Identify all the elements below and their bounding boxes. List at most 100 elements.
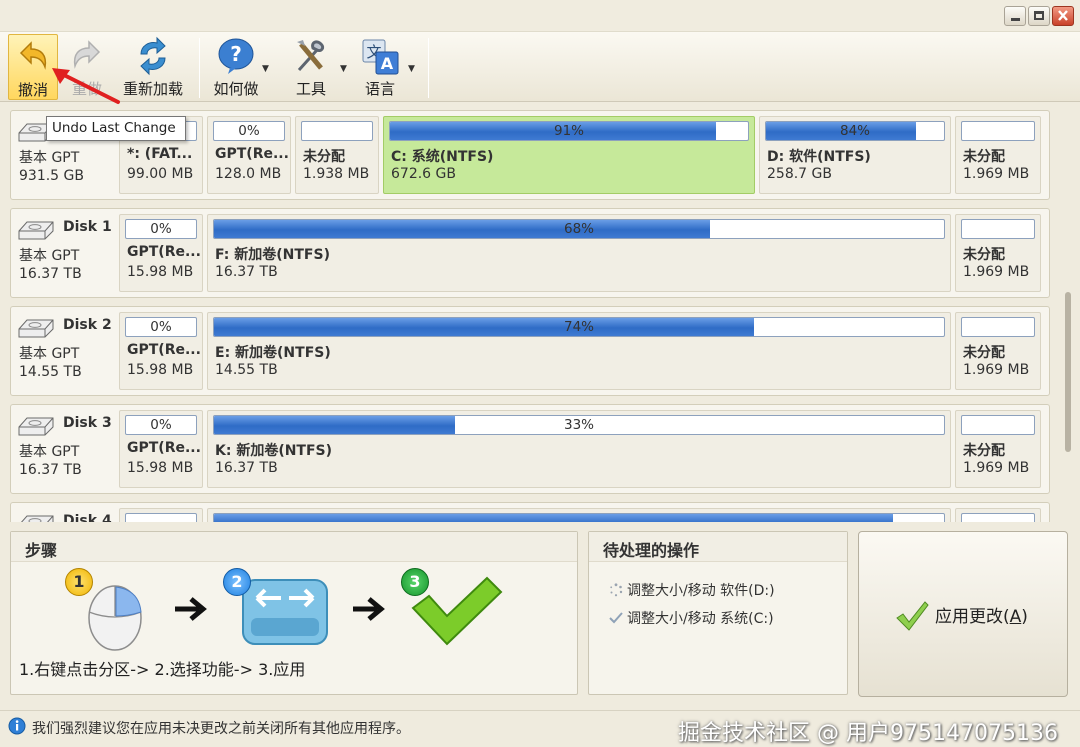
disk-size: 14.55 TB	[19, 364, 82, 380]
language-dropdown-icon[interactable]: ▼	[408, 64, 415, 74]
title-bar	[0, 0, 1080, 32]
usage-percent: 0%	[150, 221, 172, 237]
language-button[interactable]: 文A 语言	[356, 34, 404, 100]
partition-gpt-reserved[interactable]: 0% GPT(Re... 15.98 MB	[119, 312, 203, 390]
howto-button[interactable]: ? 如何做	[206, 34, 266, 100]
usage-bar: 33%	[213, 415, 945, 435]
disk-size: 931.5 GB	[19, 168, 84, 184]
usage-bar	[961, 121, 1035, 141]
partition-unallocated[interactable]: 未分配 1.969 MB	[955, 312, 1041, 390]
disk-row-2[interactable]: Disk 2 基本 GPT 14.55 TB 0% GPT(Re... 15.9…	[10, 306, 1050, 396]
partition-unallocated[interactable]: 未分配 1.969 MB	[955, 214, 1041, 292]
partition-name: E: 新加卷(NTFS)	[215, 345, 331, 361]
partition-f-volume[interactable]: 68% F: 新加卷(NTFS) 16.37 TB	[207, 214, 951, 292]
pending-operation-item[interactable]: 调整大小/移动 软件(D:)	[609, 580, 775, 600]
partition-unallocated[interactable]: 未分配 1.938 MB	[295, 116, 379, 194]
pending-operation-item[interactable]: 调整大小/移动 系统(C:)	[609, 608, 774, 628]
partition-size: 99.00 MB	[127, 166, 194, 182]
partition-name: 未分配	[303, 149, 345, 165]
disk-header: Disk 1	[17, 219, 117, 241]
partition-size: 15.98 MB	[127, 264, 194, 280]
partition-gpt-reserved[interactable]: 0% GPT(Re... 128.0 MB	[207, 116, 291, 194]
disk-header: Disk 3	[17, 415, 117, 437]
partition-size: 16.37 TB	[215, 264, 278, 280]
step-2-badge: 2	[223, 568, 251, 596]
pending-operations-panel: 待处理的操作 调整大小/移动 软件(D:) 调整大小/移动 系统(C:)	[588, 531, 848, 695]
howto-dropdown-icon[interactable]: ▼	[262, 64, 269, 74]
usage-percent: 74%	[563, 319, 594, 335]
scrollbar-thumb[interactable]	[1065, 292, 1071, 452]
redo-button[interactable]: 重做	[62, 34, 112, 100]
partition-size: 1.969 MB	[963, 460, 1030, 476]
reload-label: 重新加载	[122, 80, 183, 98]
redo-label: 重做	[71, 80, 102, 98]
partition-gpt-reserved[interactable]: 0% GPT(Re... 15.98 MB	[119, 410, 203, 488]
disk-info[interactable]: Disk 1 基本 GPT 16.37 TB	[11, 209, 119, 297]
partition-volume[interactable]	[207, 508, 951, 522]
partition-size: 672.6 GB	[391, 166, 456, 182]
disk-map-scrollbar[interactable]	[1062, 102, 1080, 522]
apply-changes-label: 应用更改(A)	[935, 602, 1028, 627]
partition-k-volume[interactable]: 33% K: 新加卷(NTFS) 16.37 TB	[207, 410, 951, 488]
bottom-area: 步骤 1 2 3 1.右键点击分区-> 2.选择功能-> 3.应用 待处理的操作…	[0, 522, 1080, 710]
partition-d-software[interactable]: 84% D: 软件(NTFS) 258.7 GB	[759, 116, 951, 194]
reload-icon	[133, 36, 173, 76]
usage-percent: 0%	[150, 417, 172, 433]
partition-name: GPT(Re...	[127, 440, 201, 456]
status-bar: 我们强烈建议您在应用未决更改之前关闭所有其他应用程序。 掘金技术社区 @ 用户9…	[0, 710, 1080, 747]
apply-changes-button[interactable]: 应用更改(A)	[858, 531, 1068, 697]
disk-row-1[interactable]: Disk 1 基本 GPT 16.37 TB 0% GPT(Re... 15.9…	[10, 208, 1050, 298]
hard-disk-icon	[18, 417, 54, 436]
partition-e-volume[interactable]: 74% E: 新加卷(NTFS) 14.55 TB	[207, 312, 951, 390]
disk-info[interactable]: Disk 3 基本 GPT 16.37 TB	[11, 405, 119, 493]
usage-bar	[125, 513, 197, 522]
disk-info[interactable]: Disk 2 基本 GPT 14.55 TB	[11, 307, 119, 395]
resize-disk-icon	[242, 579, 328, 645]
toolbar-separator	[199, 38, 200, 98]
apply-accelerator-key: A	[1009, 607, 1022, 627]
disk-size: 16.37 TB	[19, 462, 82, 478]
step-1-badge: 1	[65, 568, 93, 596]
partition-c-system[interactable]: 91% C: 系统(NTFS) 672.6 GB	[383, 116, 755, 194]
partition-unallocated[interactable]: 未分配 1.969 MB	[955, 116, 1041, 194]
partition-gpt-reserved[interactable]	[119, 508, 203, 522]
partition-gpt-reserved[interactable]: 0% GPT(Re... 15.98 MB	[119, 214, 203, 292]
usage-bar	[961, 219, 1035, 239]
close-button[interactable]	[1052, 6, 1074, 26]
disk-name: Disk 1	[63, 219, 112, 235]
usage-bar	[961, 415, 1035, 435]
usage-bar: 84%	[765, 121, 945, 141]
pending-operation-label: 调整大小/移动 系统(C:)	[627, 611, 774, 627]
close-icon	[1058, 10, 1068, 21]
status-message: 我们强烈建议您在应用未决更改之前关闭所有其他应用程序。	[32, 721, 410, 737]
partition-size: 15.98 MB	[127, 460, 194, 476]
maximize-icon	[1034, 11, 1044, 20]
usage-bar: 91%	[389, 121, 749, 141]
minimize-button[interactable]	[1004, 6, 1026, 26]
partition-unallocated[interactable]	[955, 508, 1041, 522]
partition-name: *: (FAT...	[127, 146, 193, 162]
language-icon: 文A	[360, 36, 400, 76]
usage-bar: 0%	[125, 219, 197, 239]
undo-icon	[13, 37, 53, 77]
disk-info[interactable]: Disk 4	[11, 503, 119, 522]
partition-name: 未分配	[963, 345, 1005, 361]
disk-row-3[interactable]: Disk 3 基本 GPT 16.37 TB 0% GPT(Re... 15.9…	[10, 404, 1050, 494]
pending-title: 待处理的操作	[589, 532, 847, 562]
disk-size: 16.37 TB	[19, 266, 82, 282]
undo-button[interactable]: 撤消	[8, 34, 58, 100]
tools-dropdown-icon[interactable]: ▼	[340, 64, 347, 74]
usage-percent: 91%	[553, 123, 584, 139]
partition-size: 258.7 GB	[767, 166, 832, 182]
usage-percent: 68%	[563, 221, 594, 237]
disk-details: 基本 GPT 16.37 TB	[19, 247, 82, 283]
reload-button[interactable]: 重新加载	[116, 34, 190, 100]
disk-type: 基本 GPT	[19, 248, 80, 264]
partition-size: 128.0 MB	[215, 166, 282, 182]
maximize-button[interactable]	[1028, 6, 1050, 26]
tools-button[interactable]: 工具	[284, 34, 338, 100]
partition-name: K: 新加卷(NTFS)	[215, 443, 333, 459]
disk-row-4[interactable]: Disk 4	[10, 502, 1050, 522]
partition-unallocated[interactable]: 未分配 1.969 MB	[955, 410, 1041, 488]
pending-operation-label: 调整大小/移动 软件(D:)	[627, 583, 775, 599]
